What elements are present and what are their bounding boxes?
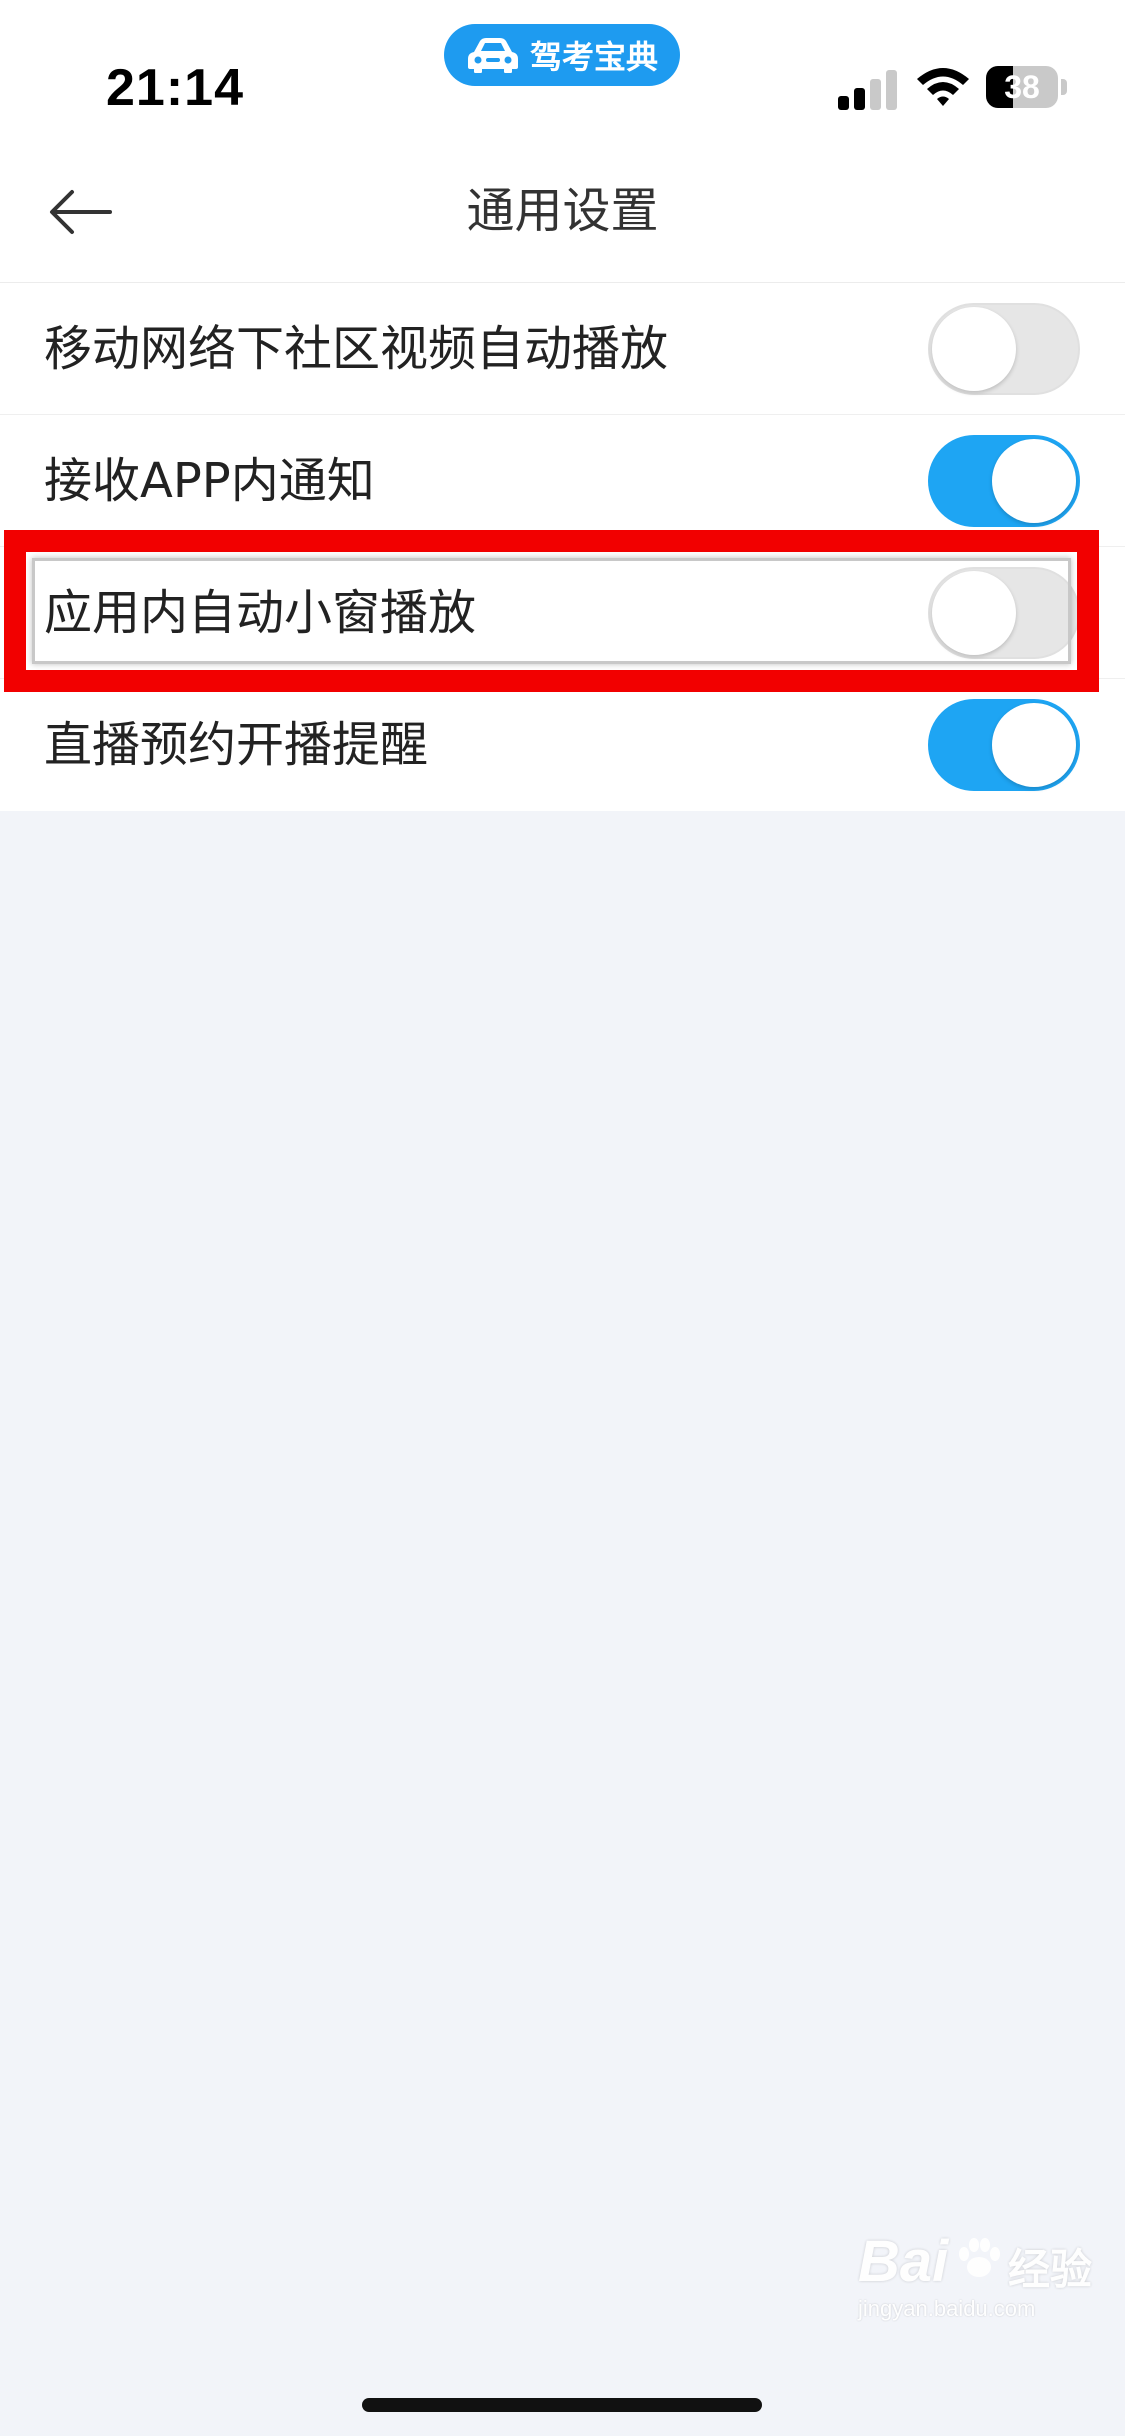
watermark-suffix: 经验: [1008, 2245, 1093, 2294]
baidu-jingyan-watermark: Bai 经验 jingyan.baidu.com: [858, 2228, 1108, 2328]
status-time: 21:14: [106, 59, 244, 117]
toggle-switch[interactable]: [928, 699, 1080, 791]
battery-level: 38: [1004, 69, 1040, 105]
home-indicator[interactable]: [362, 2398, 762, 2412]
paw-icon: [959, 2238, 1000, 2277]
nav-bar: 通用设置: [0, 140, 1125, 283]
battery-icon: 38: [986, 66, 1068, 108]
battery-body: 38: [986, 66, 1058, 108]
app-badge-label: 驾考宝典: [529, 38, 658, 76]
toggle-knob: [992, 703, 1076, 787]
arrow-left-icon[interactable]: [48, 188, 114, 236]
setting-label: 应用内自动小窗播放: [44, 585, 477, 641]
page-title: 通用设置: [466, 183, 659, 239]
app-badge[interactable]: 驾考宝典: [444, 24, 680, 86]
toggle-switch[interactable]: [928, 435, 1080, 527]
toggle-knob: [932, 307, 1016, 391]
setting-row-live-reminder: 直播预约开播提醒: [0, 679, 1125, 811]
signal-icon: [838, 70, 897, 110]
status-bar: 21:14 驾考宝典 38: [0, 0, 1125, 140]
car-icon: [467, 38, 518, 73]
toggle-switch[interactable]: [928, 303, 1080, 395]
watermark-brand: Bai: [858, 2229, 949, 2294]
setting-label: 直播预约开播提醒: [44, 717, 429, 773]
toggle-knob: [992, 439, 1076, 523]
wifi-icon: [917, 68, 969, 106]
setting-label: 接收APP内通知: [44, 453, 375, 509]
setting-row-auto-mini-window: 应用内自动小窗播放: [0, 547, 1125, 679]
settings-list: 移动网络下社区视频自动播放 接收APP内通知 应用内自动小窗播放 直播预约开播提…: [0, 283, 1125, 811]
setting-row-in-app-notifications: 接收APP内通知: [0, 415, 1125, 547]
watermark-url: jingyan.baidu.com: [858, 2296, 1036, 2321]
toggle-knob: [932, 571, 1016, 655]
setting-label: 移动网络下社区视频自动播放: [44, 321, 669, 377]
toggle-switch[interactable]: [928, 567, 1080, 659]
setting-row-community-video-autoplay: 移动网络下社区视频自动播放: [0, 283, 1125, 415]
battery-tip: [1061, 79, 1067, 95]
